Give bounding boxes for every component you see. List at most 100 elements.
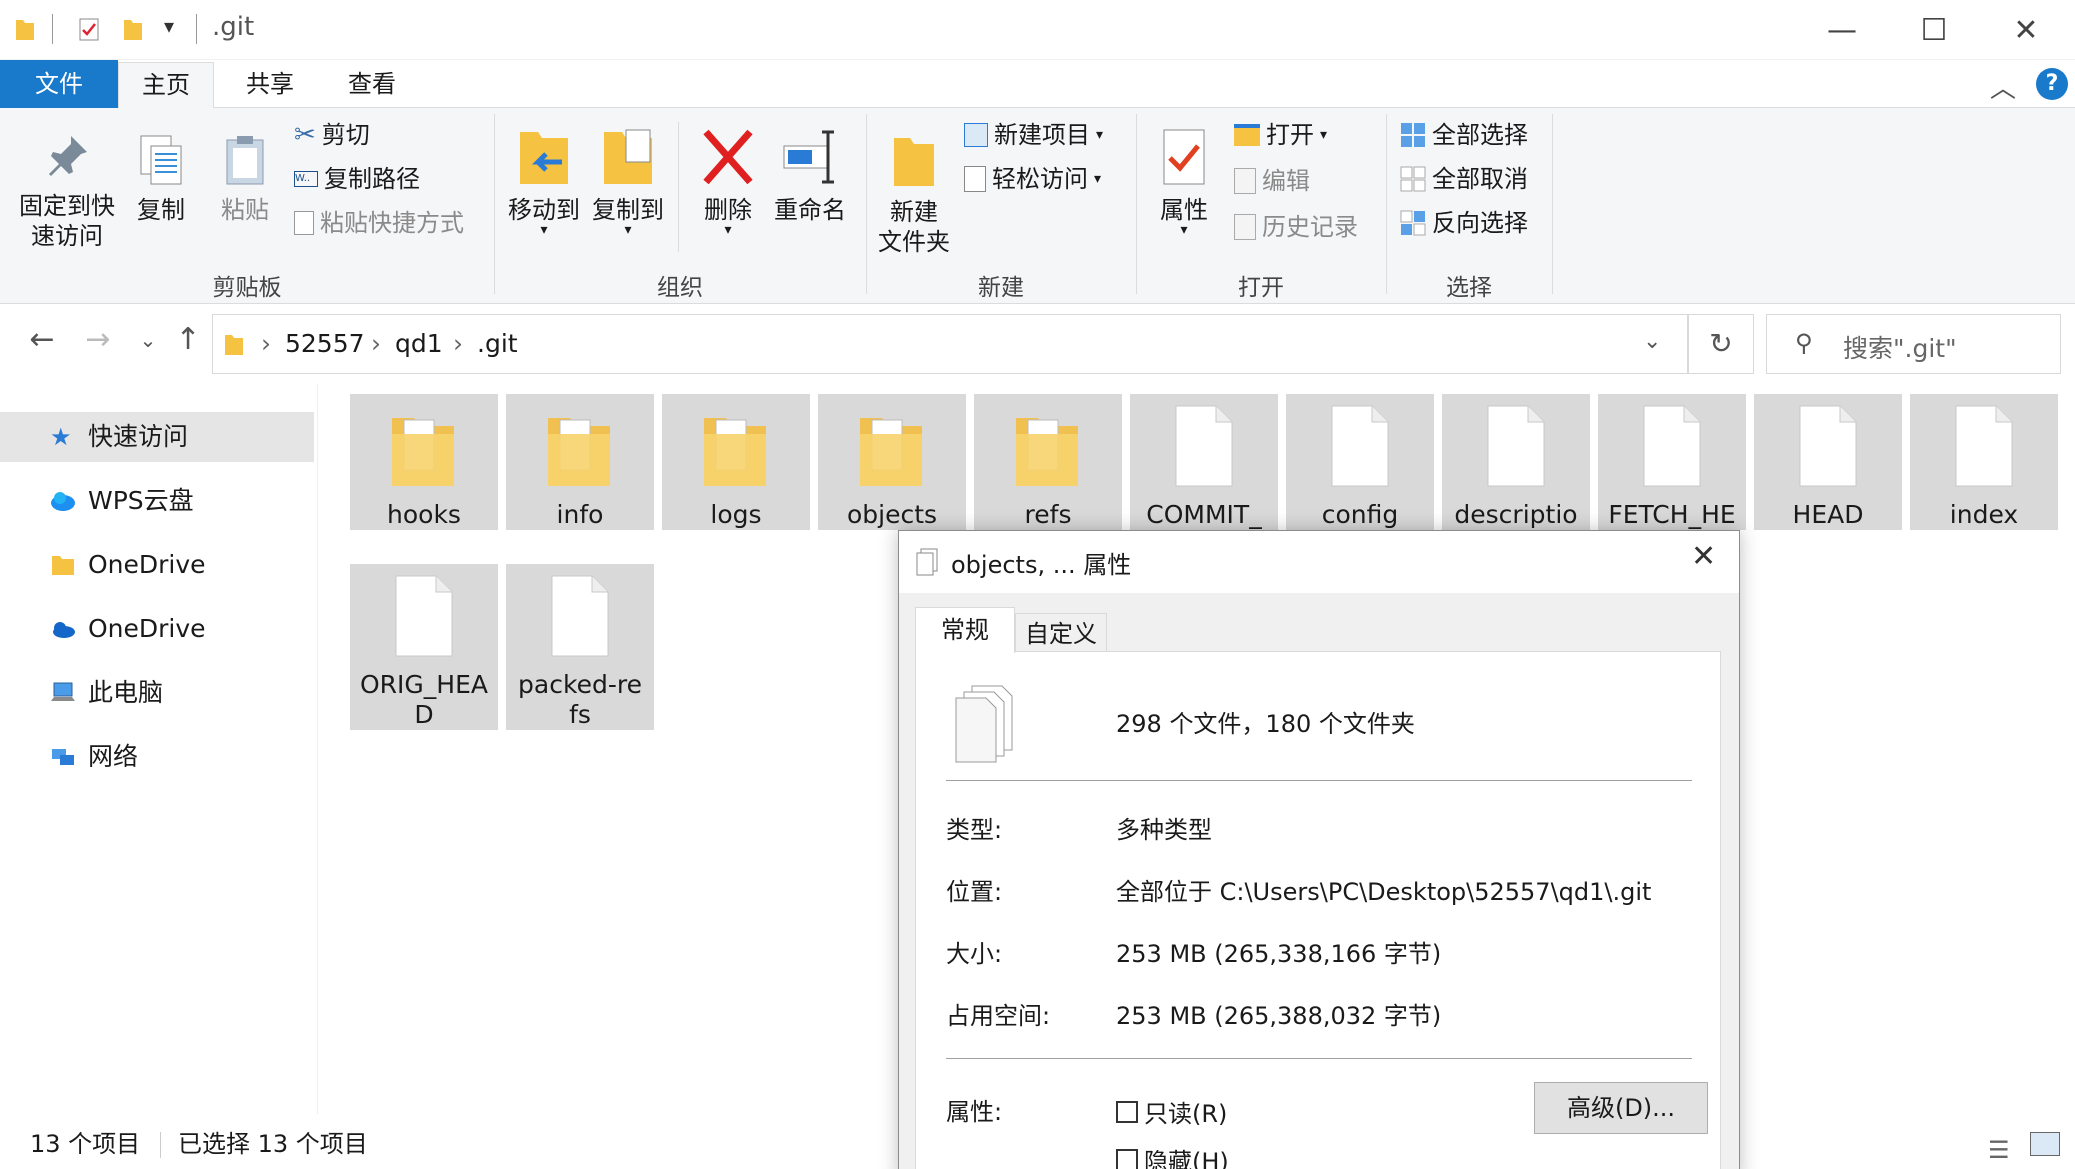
tab-general[interactable]: 常规 <box>915 607 1015 653</box>
file-tile[interactable]: packed-re fs <box>506 564 654 730</box>
open-button[interactable]: 打开 ▾ <box>1234 120 1327 150</box>
rename-button[interactable]: 重命名 <box>770 126 850 225</box>
select-none-icon <box>1400 166 1426 192</box>
folder-icon <box>1016 418 1078 486</box>
pin-quick-access-button[interactable]: 固定到快 速访问 <box>14 132 120 251</box>
move-to-button[interactable]: 移动到 ▾ <box>504 126 584 237</box>
large-icons-view-icon[interactable] <box>2030 1132 2060 1156</box>
tab-share[interactable]: 共享 <box>224 60 316 108</box>
tab-home[interactable]: 主页 <box>118 62 214 109</box>
select-all-button[interactable]: 全部选择 <box>1400 120 1528 150</box>
scissors-icon: ✂ <box>294 120 316 150</box>
file-tile[interactable]: logs <box>662 394 810 530</box>
dropdown-icon: ▾ <box>624 222 632 238</box>
search-box[interactable]: ⚲ 搜索".git" <box>1766 314 2061 374</box>
nav-item-onedrive-cloud[interactable]: OneDrive <box>0 604 314 654</box>
divider <box>946 780 1692 781</box>
minimize-button[interactable]: — <box>1796 0 1888 60</box>
copy-path-button[interactable]: W.. 复制路径 <box>294 164 420 194</box>
qat-dropdown-icon[interactable]: ▾ <box>164 14 174 38</box>
path-icon: W.. <box>294 171 318 187</box>
file-tile[interactable]: index <box>1910 394 2058 530</box>
new-folder-icon[interactable] <box>122 16 144 42</box>
breadcrumb-separator-icon[interactable]: › <box>371 329 381 358</box>
properties-icon[interactable] <box>78 16 100 42</box>
readonly-checkbox[interactable]: 只读(R) <box>1116 1094 1227 1129</box>
history-label: 历史记录 <box>1262 213 1358 241</box>
checkbox-box[interactable] <box>1116 1100 1138 1123</box>
delete-icon <box>703 129 753 185</box>
easy-access-button[interactable]: 轻松访问 ▾ <box>964 164 1101 194</box>
tab-custom[interactable]: 自定义 <box>1015 613 1107 653</box>
file-tile[interactable]: ORIG_HEA D <box>350 564 498 730</box>
address-bar[interactable]: › 52557 › qd1 › .git ⌄ <box>212 314 1688 374</box>
edit-button[interactable]: 编辑 <box>1234 166 1310 196</box>
file-name: ORIG_HEA D <box>360 670 488 729</box>
paste-shortcut-button[interactable]: 粘贴快捷方式 <box>294 208 464 238</box>
file-tile[interactable]: COMMIT_ <box>1130 394 1278 530</box>
ribbon-tabs: 文件 主页 共享 查看 ︿ ? <box>0 60 2075 109</box>
file-name: hooks <box>387 500 461 529</box>
select-all-icon <box>1401 123 1425 147</box>
advanced-button[interactable]: 高级(D)... <box>1534 1082 1708 1134</box>
rename-label: 重命名 <box>774 196 846 224</box>
checkbox-box[interactable] <box>1116 1148 1138 1169</box>
collapse-ribbon-icon[interactable]: ︿ <box>1990 68 2016 105</box>
invert-selection-button[interactable]: 反向选择 <box>1400 208 1528 238</box>
nav-item-quick-access[interactable]: ★ 快速访问 <box>0 412 314 462</box>
nav-item-wps-cloud[interactable]: WPS云盘 <box>0 476 314 526</box>
details-view-icon[interactable]: ☰ <box>1988 1130 2010 1169</box>
close-button[interactable]: ✕ <box>1980 0 2072 60</box>
file-tile[interactable]: objects <box>818 394 966 530</box>
multiple-files-icon <box>955 685 1013 763</box>
clipboard-icon <box>226 136 264 185</box>
up-arrow-icon[interactable]: ↑ <box>168 322 208 357</box>
file-tile[interactable]: hooks <box>350 394 498 530</box>
search-input[interactable]: 搜索".git" <box>1843 329 1957 365</box>
address-dropdown-icon[interactable]: ⌄ <box>1643 329 1661 354</box>
history-button[interactable]: 历史记录 <box>1234 212 1358 242</box>
pin-label-2: 速访问 <box>31 222 103 250</box>
copy-to-button[interactable]: 复制到 ▾ <box>588 126 668 238</box>
maximize-button[interactable]: ☐ <box>1888 0 1980 60</box>
forward-arrow-icon[interactable]: → <box>78 322 118 357</box>
easy-access-label: 轻松访问 <box>992 165 1088 193</box>
breadcrumb-git[interactable]: .git <box>477 329 518 358</box>
size-label: 大小: <box>946 940 1003 968</box>
file-tile[interactable]: HEAD <box>1754 394 1902 530</box>
file-tile[interactable]: descriptio <box>1442 394 1590 530</box>
file-icon <box>1955 405 2013 487</box>
file-tile[interactable]: config <box>1286 394 1434 530</box>
file-tile[interactable]: info <box>506 394 654 530</box>
dialog-close-icon[interactable]: ✕ <box>1691 539 1716 574</box>
ribbon: 固定到快 速访问 复制 粘贴 ✂ 剪切 W.. 复制路径 粘贴快捷方式 剪贴板 … <box>0 108 2075 304</box>
hidden-checkbox[interactable]: 隐藏(H) <box>1116 1142 1229 1169</box>
tab-file[interactable]: 文件 <box>0 60 118 108</box>
file-tile[interactable]: refs <box>974 394 1122 530</box>
nav-item-onedrive-folder[interactable]: OneDrive <box>0 540 314 590</box>
back-arrow-icon[interactable]: ← <box>22 322 62 357</box>
cloud-icon <box>53 622 75 638</box>
properties-button[interactable]: 属性 ▾ <box>1148 126 1220 237</box>
delete-button[interactable]: 删除 ▾ <box>690 126 766 237</box>
new-item-button[interactable]: 新建项目 ▾ <box>964 120 1103 150</box>
divider <box>946 1058 1692 1059</box>
file-tile[interactable]: FETCH_HE <box>1598 394 1746 530</box>
select-none-button[interactable]: 全部取消 <box>1400 164 1528 194</box>
tab-view[interactable]: 查看 <box>326 60 418 108</box>
refresh-icon[interactable]: ↻ <box>1688 314 1754 374</box>
breadcrumb-separator-icon[interactable]: › <box>261 329 271 358</box>
cut-button[interactable]: ✂ 剪切 <box>294 120 370 150</box>
paste-button[interactable]: 粘贴 <box>210 132 280 225</box>
breadcrumb-qd1[interactable]: qd1 <box>395 329 443 358</box>
nav-item-network[interactable]: 网络 <box>0 732 314 782</box>
edit-label: 编辑 <box>1262 167 1310 195</box>
shortcut-icon <box>294 211 314 235</box>
help-icon[interactable]: ? <box>2036 68 2068 100</box>
copy-button[interactable]: 复制 <box>126 132 196 225</box>
breadcrumb-52557[interactable]: 52557 <box>285 329 365 358</box>
breadcrumb-separator-icon[interactable]: › <box>453 329 463 358</box>
new-folder-button[interactable]: 新建 文件夹 <box>872 132 956 257</box>
nav-item-this-pc[interactable]: 此电脑 <box>0 668 314 718</box>
recent-locations-icon[interactable]: ⌄ <box>128 328 168 352</box>
